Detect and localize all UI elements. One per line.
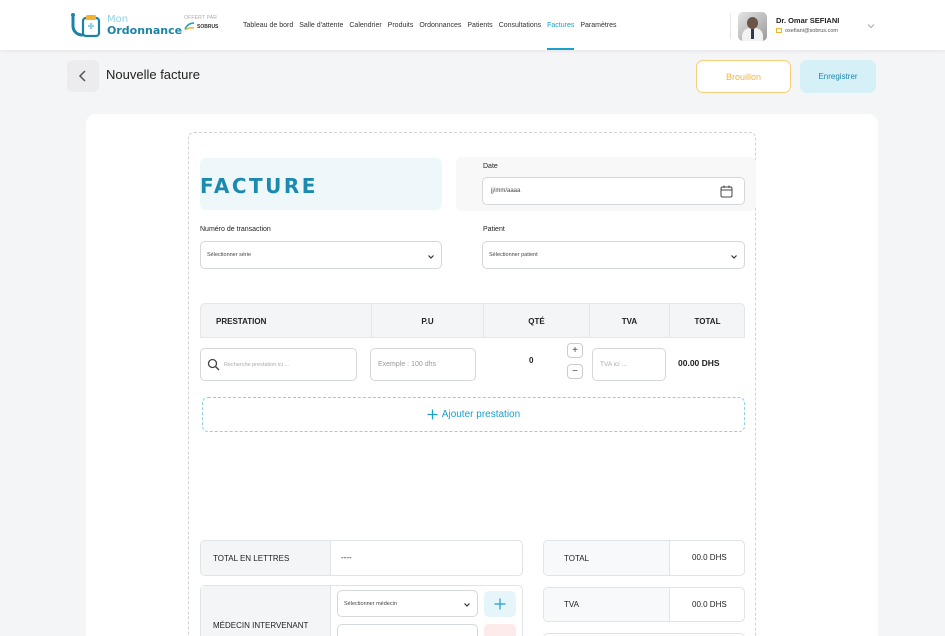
brand-line-2: Ordonnance: [107, 24, 183, 37]
nav-item-produits[interactable]: Produits: [388, 0, 414, 50]
tva-input[interactable]: TVA ici ...: [592, 348, 666, 381]
date-input-placeholder: jj/mm/aaaa: [491, 188, 521, 194]
save-button[interactable]: Enregistrer: [800, 60, 876, 93]
user-divider: [730, 13, 731, 39]
services-table-header: PRESTATION P.U QTÉ TVA TOTAL: [200, 303, 745, 338]
chevron-left-icon: [78, 70, 86, 82]
date-label: Date: [483, 163, 498, 170]
unit-price-input[interactable]: Exemple : 100 dhs: [370, 348, 476, 381]
second-doctor-select[interactable]: [337, 624, 478, 636]
user-avatar[interactable]: [738, 12, 767, 41]
nav-item-patients[interactable]: Patients: [467, 0, 492, 50]
total-in-letters-label: TOTAL EN LETTRES: [201, 541, 331, 575]
tva-input-placeholder: TVA ici ...: [600, 361, 627, 368]
top-navigation-bar: Mon Ordonnance OFFERT PAR SOBRUS Tableau…: [0, 0, 945, 50]
remove-doctor-button[interactable]: [484, 624, 516, 636]
nav-item-consultations[interactable]: Consultations: [499, 0, 541, 50]
total-box: TOTAL 00.0 DHS: [543, 540, 745, 576]
sponsor-badge: OFFERT PAR SOBRUS: [184, 15, 226, 31]
plus-icon: [494, 598, 506, 610]
add-prestation-button[interactable]: Ajouter prestation: [202, 397, 745, 432]
column-header-pu: P.U: [421, 316, 434, 326]
user-email-text: osefiani@sobrus.com: [785, 28, 838, 34]
nav-item-parametres[interactable]: Paramètres: [580, 0, 616, 50]
row-total-value: 00.00 DHS: [678, 358, 720, 368]
unit-price-placeholder: Exemple : 100 dhs: [378, 361, 436, 368]
page-title: Nouvelle facture: [106, 67, 200, 82]
prestation-search-input[interactable]: Recherche prestation ici ...: [200, 348, 357, 381]
add-doctor-button[interactable]: [484, 591, 516, 617]
calendar-icon[interactable]: [720, 185, 733, 198]
nav-item-factures[interactable]: Factures: [547, 0, 575, 50]
date-input[interactable]: jj/mm/aaaa: [482, 177, 745, 205]
nav-item-tableau-de-bord[interactable]: Tableau de bord: [243, 0, 293, 50]
chevron-down-icon: [464, 603, 470, 607]
user-name[interactable]: Dr. Omar SEFIANI: [776, 16, 839, 25]
doctor-select[interactable]: Sélectionner médecin: [337, 590, 478, 617]
total-in-letters-value: ----: [341, 553, 352, 562]
sobrus-logo-icon: [184, 22, 195, 31]
transaction-select[interactable]: Sélectionner série: [200, 241, 442, 269]
draft-button[interactable]: Brouillon: [696, 60, 791, 93]
tva-label: TVA: [544, 588, 670, 621]
doctor-select-value: Sélectionner médecin: [344, 601, 397, 607]
patient-select-value: Sélectionner patient: [489, 252, 538, 258]
total-in-letters-box: TOTAL EN LETTRES ----: [200, 540, 523, 576]
prestation-search-placeholder: Recherche prestation ici ...: [224, 362, 290, 368]
quantity-decrement-button[interactable]: −: [567, 364, 583, 379]
column-header-prestation: PRESTATION: [216, 316, 267, 326]
invoice-title: FACTURE: [200, 174, 318, 198]
patient-label: Patient: [483, 226, 505, 233]
sponsor-name: SOBRUS: [197, 23, 219, 30]
patient-select[interactable]: Sélectionner patient: [482, 241, 745, 269]
transaction-label: Numéro de transaction: [200, 226, 271, 233]
back-button[interactable]: [67, 60, 99, 92]
chevron-down-icon: [428, 255, 434, 259]
mon-ordonnance-logo-icon[interactable]: [70, 12, 104, 40]
total-label: TOTAL: [544, 541, 670, 575]
tva-value: 00.0 DHS: [692, 600, 727, 609]
nav-item-ordonnances[interactable]: Ordonnances: [419, 0, 461, 50]
nav-item-salle-d-attente[interactable]: Salle d'attente: [299, 0, 343, 50]
chevron-down-icon: [731, 255, 737, 259]
transaction-select-value: Sélectionner série: [207, 252, 252, 258]
main-nav: Tableau de bord Salle d'attente Calendri…: [243, 0, 623, 50]
plus-icon: [427, 409, 438, 420]
search-icon: [207, 358, 220, 371]
total-value: 00.0 DHS: [692, 553, 727, 562]
column-header-qte: QTÉ: [528, 316, 545, 326]
sponsor-label: OFFERT PAR: [184, 15, 218, 21]
tva-box: TVA 00.0 DHS: [543, 587, 745, 622]
column-header-total: TOTAL: [694, 316, 721, 326]
user-email: osefiani@sobrus.com: [776, 28, 838, 34]
nav-item-calendrier[interactable]: Calendrier: [349, 0, 381, 50]
quantity-value: 0: [529, 356, 534, 365]
column-header-tva: TVA: [621, 316, 638, 326]
mail-icon: [776, 28, 782, 33]
add-prestation-label: Ajouter prestation: [441, 409, 521, 420]
chevron-down-icon[interactable]: [866, 22, 876, 30]
doctor-label: MÉDECIN INTERVENANT: [201, 586, 331, 636]
quantity-increment-button[interactable]: +: [567, 343, 583, 358]
brand-name: Mon Ordonnance: [107, 14, 182, 36]
